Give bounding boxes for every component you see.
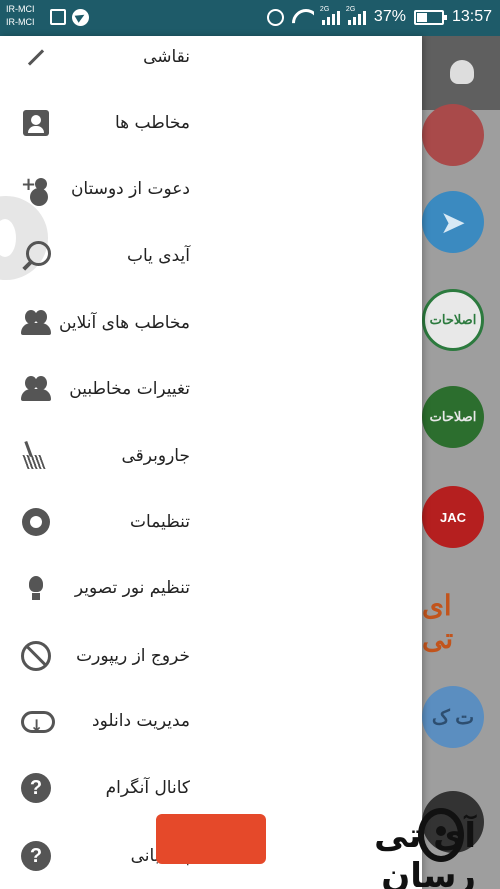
menu-item-download-manager[interactable]: مدیریت دانلود	[0, 688, 422, 754]
menu-item-label: خروج از ریپورت	[76, 646, 190, 666]
menu-item-label: تنظیمات	[130, 512, 190, 532]
menu-item-id-finder[interactable]: آیدی یاب	[0, 223, 422, 289]
battery-percent: 37%	[373, 8, 406, 25]
chat-avatar: ➤	[422, 191, 484, 253]
menu-item-label: مدیریت دانلود	[92, 711, 190, 731]
chat-list-background: ➤ اصلاحات اصلاحات JAC ای تی ت ک	[422, 36, 500, 889]
status-indicators: 2G 2G 37% 13:57	[266, 6, 492, 26]
carrier-2: IR-MCI	[6, 17, 35, 27]
menu-item-drawing[interactable]: نقاشی	[0, 36, 422, 90]
signal-icon-1: 2G	[319, 6, 340, 25]
gallery-notification-icon	[50, 9, 66, 25]
site-watermark: آی تی رسان	[156, 808, 476, 889]
signal-icon-2: 2G	[345, 6, 366, 25]
status-bar: IR-MCI IR-MCI 2G 2G 37% 13:57	[0, 0, 500, 36]
chat-avatar: JAC	[422, 486, 484, 548]
battery-icon	[413, 9, 447, 25]
menu-item-contact-changes[interactable]: تغییرات مخاطبین	[0, 356, 422, 422]
chat-avatar: ای تی	[422, 590, 454, 654]
ghost-icon	[450, 60, 474, 84]
menu-item-label: مخاطب ها	[114, 113, 190, 133]
menu-item-label: تغییرات مخاطبین	[69, 379, 190, 399]
menu-item-label: دعوت از دوستان	[70, 179, 190, 199]
navigation-drawer: نقاشی مخاطب ها دعوت از دوستان آیدی یاب م…	[0, 36, 422, 889]
watermark-logo-icon	[418, 808, 464, 862]
menu-item-brightness[interactable]: تنظیم نور تصویر	[0, 555, 422, 621]
wifi-icon	[292, 9, 314, 25]
chat-avatar: اصلاحات	[422, 289, 484, 351]
chat-avatar: اصلاحات	[422, 386, 484, 448]
clock: 13:57	[451, 8, 492, 25]
menu-item-label: تنظیم نور تصویر	[74, 578, 190, 598]
network-type-1: 2G	[319, 6, 330, 13]
chat-avatar	[422, 104, 484, 166]
menu-item-label: نقاشی	[143, 47, 190, 67]
menu-item-contacts[interactable]: مخاطب ها	[0, 90, 422, 156]
menu-item-cleaner[interactable]: جاروبرقی	[0, 423, 422, 489]
menu-item-invite-friends[interactable]: دعوت از دوستان	[0, 156, 422, 222]
menu-item-label: جاروبرقی	[121, 446, 190, 466]
carrier-labels: IR-MCI IR-MCI	[6, 3, 35, 29]
network-type-2: 2G	[345, 6, 356, 13]
toolbar	[422, 36, 500, 110]
menu-item-settings[interactable]: تنظیمات	[0, 489, 422, 555]
menu-item-online-contacts[interactable]: مخاطب های آنلاین	[0, 290, 422, 356]
menu-item-label: آیدی یاب	[126, 246, 190, 266]
alarm-icon	[266, 8, 284, 26]
menu-item-label: مخاطب های آنلاین	[58, 313, 190, 333]
menu-item-exit-report[interactable]: خروج از ریپورت	[0, 623, 422, 689]
watermark-red-block	[156, 814, 266, 864]
telegram-notification-icon	[72, 9, 89, 26]
carrier-1: IR-MCI	[6, 4, 35, 14]
chat-avatar: ت ک	[422, 686, 484, 748]
notification-icons	[50, 9, 89, 26]
